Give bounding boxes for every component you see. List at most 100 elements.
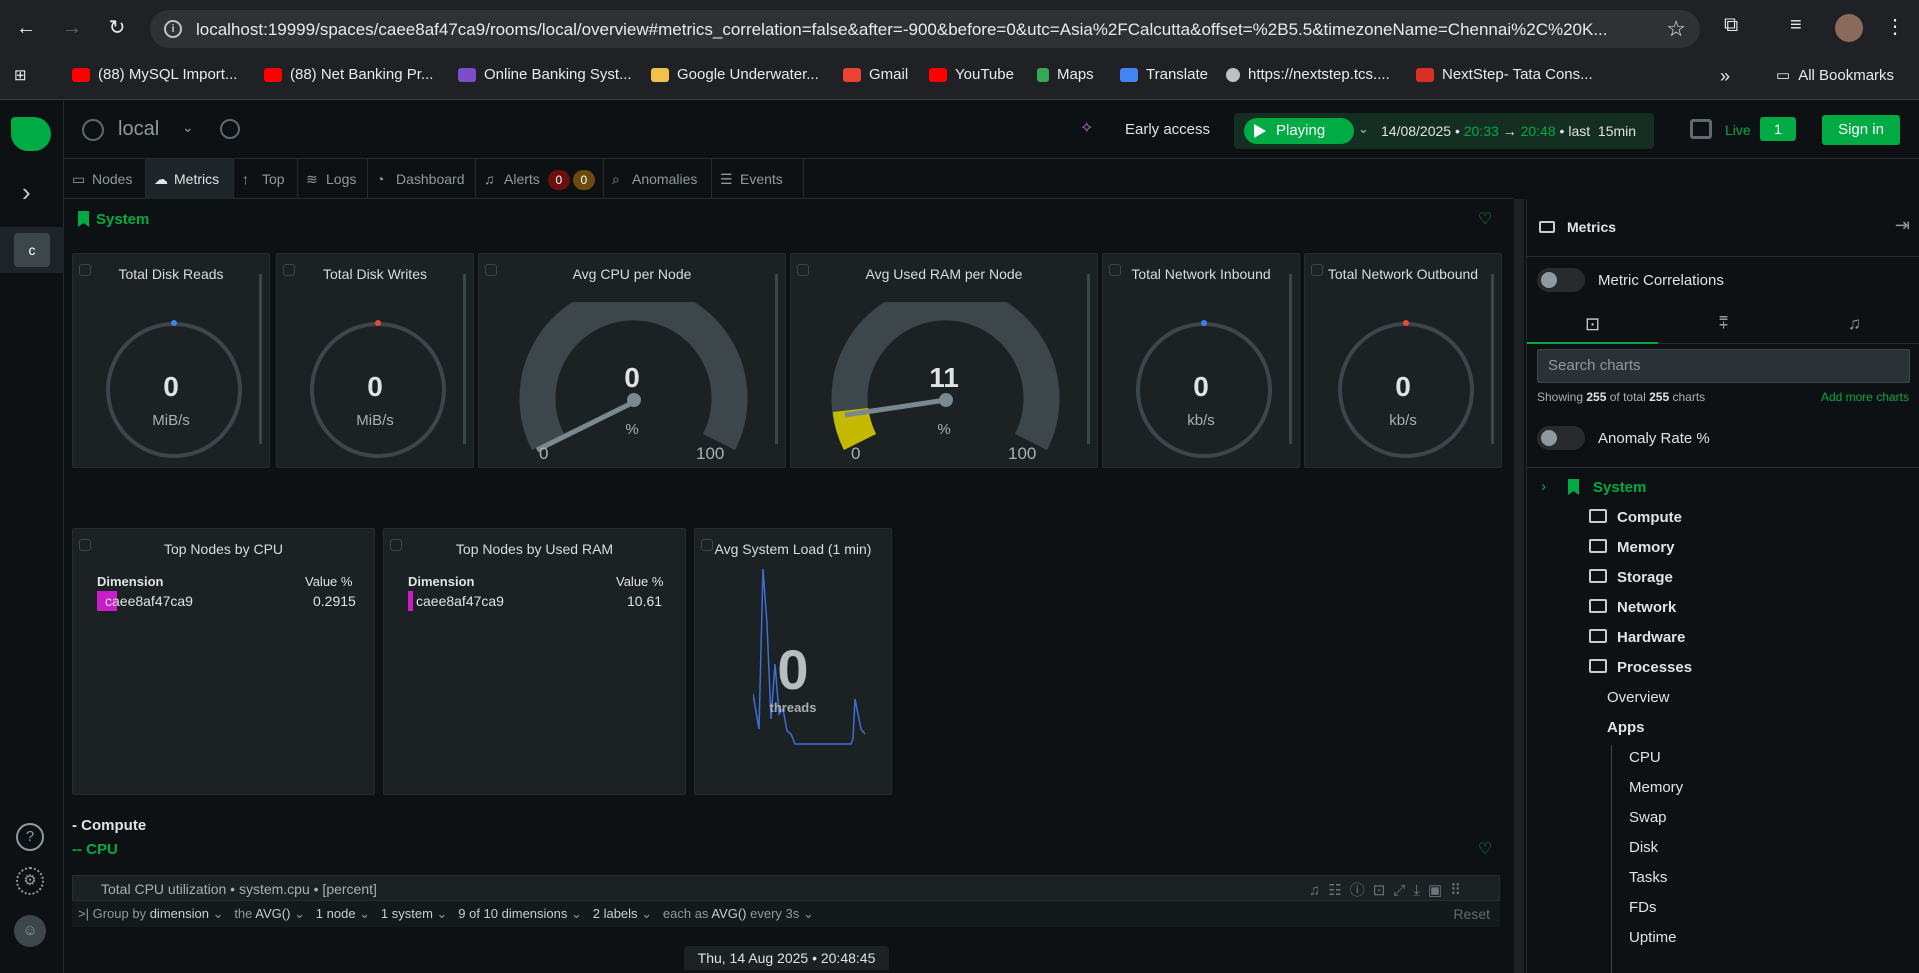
bookmark-item[interactable]: YouTube (929, 66, 1014, 83)
tab-nodes[interactable]: ▭ Nodes (64, 159, 146, 199)
tree-processes[interactable]: Processes (1589, 659, 1692, 676)
room-name[interactable]: local (118, 118, 159, 141)
bookmark-item[interactable]: (88) Net Banking Pr... (264, 66, 433, 83)
tree-apps-uptime[interactable]: Uptime (1629, 929, 1677, 946)
more-bookmarks-icon[interactable]: » (1720, 66, 1730, 87)
chart-card-avg-cpu[interactable]: Avg CPU per Node 0 % 0 100 (478, 253, 786, 468)
browser-menu-icon[interactable]: ⋮ (1885, 14, 1905, 39)
chart-card-system-load[interactable]: Avg System Load (1 min) 0 threads (694, 528, 892, 795)
chart-card-disk-reads[interactable]: Total Disk Reads 0 MiB/s (72, 253, 270, 468)
tab-events[interactable]: ☰ Events (712, 159, 804, 199)
tree-system[interactable]: System (1593, 479, 1646, 496)
group-by-controls[interactable]: >| Group by dimension ⌄ the AVG() ⌄ 1 no… (78, 906, 814, 922)
url-text[interactable]: localhost:19999/spaces/caee8af47ca9/room… (196, 20, 1636, 40)
bookmark-item[interactable]: https://nextstep.tcs.... (1226, 66, 1390, 83)
add-more-charts-link[interactable]: Add more charts (1821, 390, 1909, 404)
bookmark-item[interactable]: Maps (1037, 66, 1094, 83)
reset-button[interactable]: Reset (1453, 906, 1490, 922)
forward-icon[interactable]: → (58, 14, 86, 42)
tree-storage[interactable]: Storage (1589, 569, 1673, 586)
filter-tab-icon[interactable]: ⩱ (1658, 308, 1789, 344)
playing-button[interactable]: Playing (1244, 118, 1354, 144)
chart-card-net-outbound[interactable]: Total Network Outbound 0 kb/s (1304, 253, 1502, 468)
bookmark-item[interactable]: NextStep- Tata Cons... (1416, 66, 1593, 83)
tree-compute[interactable]: Compute (1589, 509, 1682, 526)
tab-anomalies[interactable]: ⌕ Anomalies (604, 159, 712, 199)
bookmark-item[interactable]: Online Banking Syst... (458, 66, 632, 83)
bookmark-star-icon[interactable]: ☆ (1666, 16, 1686, 42)
extensions-icon[interactable]: ⧉ (1724, 14, 1738, 37)
space-button[interactable]: c (14, 233, 50, 267)
chart-scrollbar[interactable] (1087, 274, 1090, 444)
anomaly-rate-toggle[interactable] (1537, 426, 1585, 450)
tab-logs[interactable]: ≋ Logs (298, 159, 368, 199)
tree-apps-cpu[interactable]: CPU (1629, 749, 1661, 766)
all-bookmarks[interactable]: ▭ All Bookmarks (1776, 66, 1894, 85)
search-charts-input[interactable]: Search charts (1537, 349, 1910, 383)
tree-memory[interactable]: Memory (1589, 539, 1675, 556)
tree-overview[interactable]: Overview (1607, 689, 1670, 706)
chart-card-top-ram[interactable]: Top Nodes by Used RAM Dimension Value % … (383, 528, 686, 795)
gauge-marker (1403, 320, 1409, 326)
tab-alerts[interactable]: ♫ Alerts 0 0 (476, 159, 604, 199)
tree-apps-fds[interactable]: FDs (1629, 899, 1657, 916)
tree-hardware[interactable]: Hardware (1589, 629, 1685, 646)
site-info-icon[interactable]: i (164, 20, 182, 38)
bookmark-item[interactable]: Gmail (843, 66, 908, 83)
tree-apps-swap[interactable]: Swap (1629, 809, 1667, 826)
bookmark-item[interactable]: Translate (1120, 66, 1208, 83)
chart-card-top-cpu[interactable]: Top Nodes by CPU Dimension Value % caee8… (72, 528, 375, 795)
network-icon (1589, 599, 1607, 613)
storage-icon (1589, 569, 1607, 583)
tree-expand-icon[interactable]: › (1541, 478, 1546, 495)
collapse-sidebar-icon[interactable]: ⇥ (1895, 215, 1910, 236)
expand-rail-icon[interactable]: › (22, 177, 31, 208)
chevron-down-icon[interactable]: ⌄ (182, 119, 194, 136)
address-bar[interactable]: i localhost:19999/spaces/caee8af47ca9/ro… (150, 10, 1700, 48)
settings-icon[interactable]: ⚙ (16, 867, 44, 895)
tab-top[interactable]: ↑ Top (234, 159, 298, 199)
chart-card-net-inbound[interactable]: Total Network Inbound 0 kb/s (1102, 253, 1300, 468)
chart-card-avg-ram[interactable]: Avg Used RAM per Node 11 % 0 100 (790, 253, 1098, 468)
tree-network[interactable]: Network (1589, 599, 1676, 616)
room-settings-icon[interactable] (220, 119, 240, 139)
metric-correlations-toggle[interactable] (1537, 268, 1585, 292)
chart-title: Top Nodes by CPU (163, 541, 284, 557)
tree-apps[interactable]: Apps (1607, 719, 1645, 736)
back-icon[interactable]: ← (12, 14, 40, 42)
time-range[interactable]: 14/08/2025 • 20:33 → 20:48 • last 15min (1381, 123, 1636, 139)
sidebar-header: Metrics ⇥ (1527, 199, 1919, 257)
tree-apps-memory[interactable]: Memory (1629, 779, 1683, 796)
heart-icon[interactable]: ♡ (1478, 839, 1492, 859)
section-cpu: -- CPU (72, 841, 118, 858)
tree-apps-tasks[interactable]: Tasks (1629, 869, 1667, 886)
warning-alerts-badge[interactable]: 0 (572, 170, 595, 190)
chart-scrollbar[interactable] (775, 274, 778, 444)
early-access-label[interactable]: Early access (1125, 121, 1210, 138)
chart-card-disk-writes[interactable]: Total Disk Writes 0 MiB/s (276, 253, 474, 468)
chart-toolbar-icons[interactable]: ♫☷ⓘ⊡⤢⤓▣⠿ (1309, 879, 1469, 900)
alerts-tab-icon[interactable]: ♫ (1789, 308, 1919, 344)
critical-alerts-badge[interactable]: 0 (547, 170, 570, 190)
apps-grid-icon[interactable]: ⊞ (14, 66, 27, 84)
bookmark-item[interactable]: (88) MySQL Import... (72, 66, 237, 83)
tree-apps-disk[interactable]: Disk (1629, 839, 1658, 856)
user-icon[interactable]: ☺ (14, 915, 46, 947)
charts-tab-icon[interactable]: ⊡ (1527, 308, 1658, 344)
heart-icon[interactable]: ♡ (1478, 209, 1492, 229)
main-scrollbar[interactable] (1514, 199, 1524, 973)
tab-metrics[interactable]: ☁ Metrics (146, 159, 234, 199)
load-unit: threads (769, 700, 817, 715)
sign-in-button[interactable]: Sign in (1822, 115, 1900, 145)
chevron-down-icon[interactable]: ⌄ (1358, 121, 1369, 137)
bookmark-item[interactable]: Google Underwater... (651, 66, 819, 83)
nodes-list-icon[interactable] (1690, 119, 1712, 139)
tab-dashboard[interactable]: ◔ Dashboard (368, 159, 476, 199)
chart-title: Total Disk Writes (323, 266, 427, 282)
reload-icon[interactable]: ↻ (103, 14, 131, 42)
live-count-badge[interactable]: 1 (1760, 117, 1796, 141)
profile-avatar[interactable] (1835, 14, 1863, 42)
media-control-icon[interactable]: ≡ (1790, 14, 1802, 37)
help-icon[interactable]: ? (16, 823, 44, 851)
netdata-logo[interactable] (11, 117, 51, 151)
